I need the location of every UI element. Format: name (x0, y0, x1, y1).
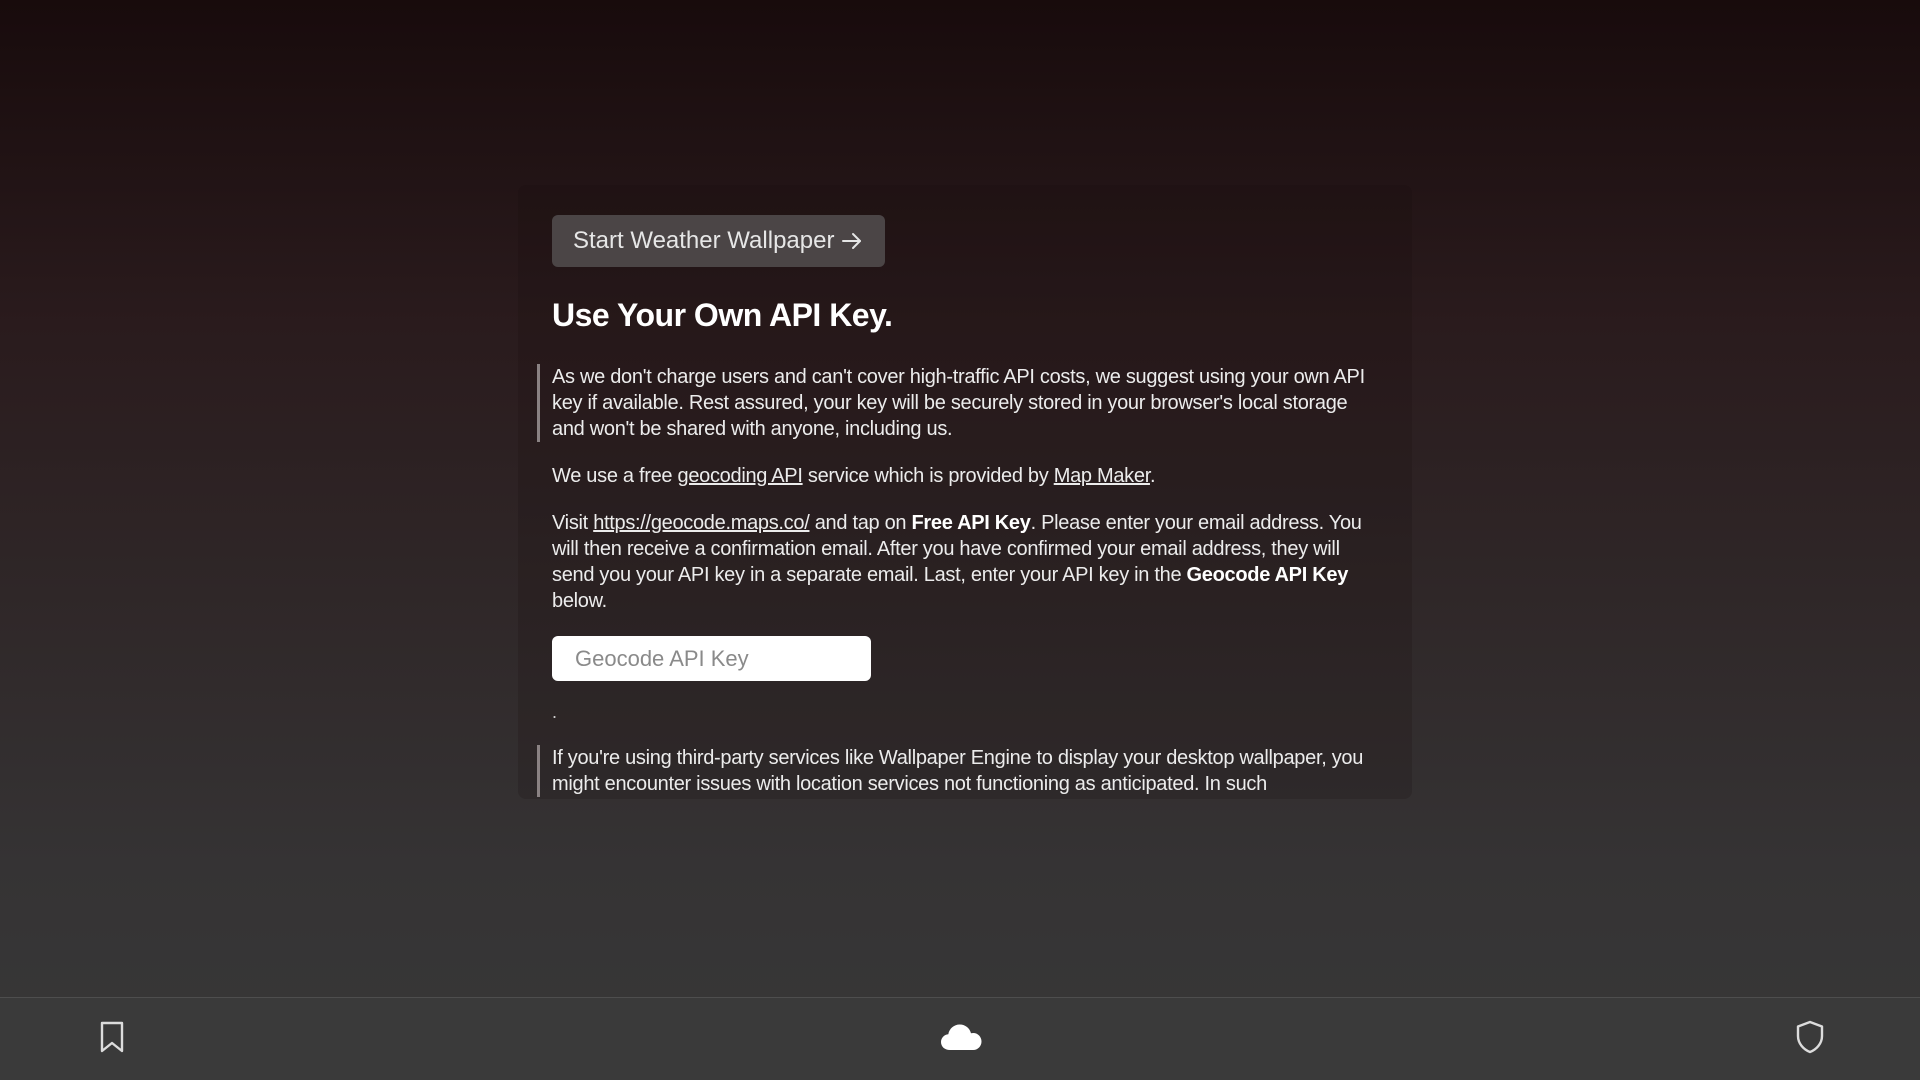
arrow-right-icon (840, 229, 864, 253)
geocode-maps-link[interactable]: https://geocode.maps.co/ (593, 512, 810, 534)
bottom-toolbar (0, 997, 1920, 1080)
instructions-prefix: Visit (552, 512, 594, 534)
third-party-paragraph: If you're using third-party services lik… (552, 747, 1364, 795)
geocoding-api-link[interactable]: geocoding API (678, 465, 803, 487)
geocode-api-key-input[interactable] (552, 636, 871, 681)
provider-text-middle: service which is provided by (802, 465, 1054, 487)
provider-text-prefix: We use a free (552, 465, 678, 487)
page-title: Use Your Own API Key. (552, 297, 893, 333)
api-key-panel: Start Weather Wallpaper Use Your Own API… (518, 185, 1412, 799)
separator-text: . (552, 702, 558, 722)
instructions-suffix: below. (552, 590, 607, 612)
free-api-key-bold: Free API Key (911, 512, 1031, 534)
bookmark-icon (97, 1020, 127, 1059)
start-button-label: Start Weather Wallpaper (573, 227, 835, 254)
intro-paragraph: As we don't charge users and can't cover… (552, 366, 1365, 440)
third-party-blockquote: If you're using third-party services lik… (537, 745, 1378, 797)
intro-blockquote: As we don't charge users and can't cover… (537, 364, 1378, 442)
instructions-paragraph: Visit https://geocode.maps.co/ and tap o… (552, 510, 1378, 614)
geocode-api-key-bold: Geocode API Key (1186, 564, 1349, 586)
bookmark-button[interactable] (72, 998, 152, 1080)
provider-text-suffix: . (1149, 465, 1156, 487)
map-maker-link[interactable]: Map Maker (1054, 465, 1151, 487)
panel-content: Start Weather Wallpaper Use Your Own API… (537, 215, 1378, 797)
instructions-part2: and tap on (809, 512, 912, 534)
cloud-icon (940, 1023, 982, 1056)
weather-button[interactable] (921, 998, 1001, 1080)
start-weather-wallpaper-button[interactable]: Start Weather Wallpaper (552, 215, 886, 267)
provider-paragraph: We use a free geocoding API service whic… (552, 463, 1378, 489)
shield-icon (1795, 1020, 1825, 1059)
privacy-button[interactable] (1770, 998, 1850, 1080)
